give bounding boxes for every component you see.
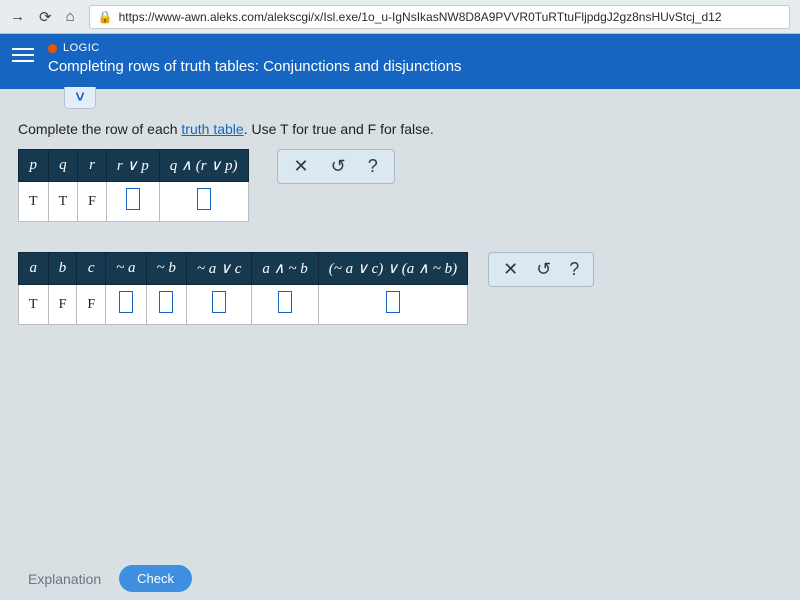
reset-button[interactable]: ↺: [331, 156, 346, 177]
explanation-button[interactable]: Explanation: [28, 571, 101, 587]
topic-dot-icon: [48, 44, 57, 53]
t1-h4: q ∧ (r ∨ p): [159, 150, 248, 182]
back-icon[interactable]: →: [10, 8, 25, 25]
t2-h1: b: [48, 253, 77, 285]
instruction-post: . Use T for true and F for false.: [244, 121, 434, 137]
check-button[interactable]: Check: [119, 565, 192, 592]
instruction-text: Complete the row of each truth table. Us…: [18, 121, 782, 137]
t1-input-3[interactable]: [126, 188, 140, 210]
close-button-2[interactable]: ✕: [503, 259, 518, 280]
t2-h4: ~ b: [146, 253, 186, 285]
tool-panel-2: ✕ ↺ ?: [488, 252, 594, 287]
t1-c2: F: [78, 182, 107, 222]
t2-c5: [186, 285, 252, 325]
t2-c4: [146, 285, 186, 325]
t1-input-4[interactable]: [197, 188, 211, 210]
help-button-2[interactable]: ?: [569, 259, 579, 280]
t2-h7: (~ a ∨ c) ∨ (a ∧ ~ b): [318, 253, 467, 285]
t2-c6: [252, 285, 318, 325]
t2-input-6[interactable]: [278, 291, 292, 313]
app-header: LOGIC Completing rows of truth tables: C…: [0, 34, 800, 89]
t2-input-7[interactable]: [386, 291, 400, 313]
t2-c2: F: [77, 285, 106, 325]
t1-h0: p: [19, 150, 49, 182]
url-text: https://www-awn.aleks.com/alekscgi/x/Isl…: [119, 10, 722, 24]
t1-c1: T: [48, 182, 78, 222]
home-icon[interactable]: ⌂: [66, 8, 75, 25]
t2-input-4[interactable]: [159, 291, 173, 313]
help-button[interactable]: ?: [368, 156, 378, 177]
t2-input-5[interactable]: [212, 291, 226, 313]
t2-c7: [318, 285, 467, 325]
truth-table-2: a b c ~ a ~ b ~ a ∨ c a ∧ ~ b (~ a ∨ c) …: [18, 252, 468, 325]
browser-chrome: → ⟳ ⌂ 🔒 https://www-awn.aleks.com/aleksc…: [0, 0, 800, 34]
collapse-tab[interactable]: ˅: [64, 87, 800, 109]
t1-h1: q: [48, 150, 78, 182]
t1-h2: r: [78, 150, 107, 182]
url-bar[interactable]: 🔒 https://www-awn.aleks.com/alekscgi/x/I…: [89, 5, 790, 29]
menu-icon[interactable]: [12, 48, 34, 62]
t2-h3: ~ a: [106, 253, 146, 285]
tool-panel-1: ✕ ↺ ?: [277, 149, 395, 184]
topic-label: LOGIC: [63, 42, 100, 54]
t2-h6: a ∧ ~ b: [252, 253, 318, 285]
header-text: LOGIC Completing rows of truth tables: C…: [48, 42, 462, 75]
t2-h0: a: [19, 253, 49, 285]
truth-table-1: p q r r ∨ p q ∧ (r ∨ p) T T F: [18, 149, 249, 222]
topic-line: LOGIC: [48, 42, 462, 54]
t2-h5: ~ a ∨ c: [186, 253, 252, 285]
t1-h3: r ∨ p: [106, 150, 159, 182]
close-button[interactable]: ✕: [294, 156, 309, 177]
t1-c4: [159, 182, 248, 222]
footer: Explanation Check: [28, 565, 192, 592]
page-title: Completing rows of truth tables: Conjunc…: [48, 58, 462, 75]
t2-c3: [106, 285, 146, 325]
reset-button-2[interactable]: ↺: [536, 259, 551, 280]
t2-c1: F: [48, 285, 77, 325]
t2-h2: c: [77, 253, 106, 285]
instruction-pre: Complete the row of each: [18, 121, 181, 137]
lock-icon: 🔒: [98, 10, 113, 24]
t1-c3: [106, 182, 159, 222]
t2-input-3[interactable]: [119, 291, 133, 313]
t1-c0: T: [19, 182, 49, 222]
content-area: Complete the row of each truth table. Us…: [0, 109, 800, 325]
t2-c0: T: [19, 285, 49, 325]
truth-table-link[interactable]: truth table: [181, 121, 243, 137]
reload-icon[interactable]: ⟳: [39, 8, 52, 26]
chevron-down-icon: ˅: [75, 89, 84, 107]
